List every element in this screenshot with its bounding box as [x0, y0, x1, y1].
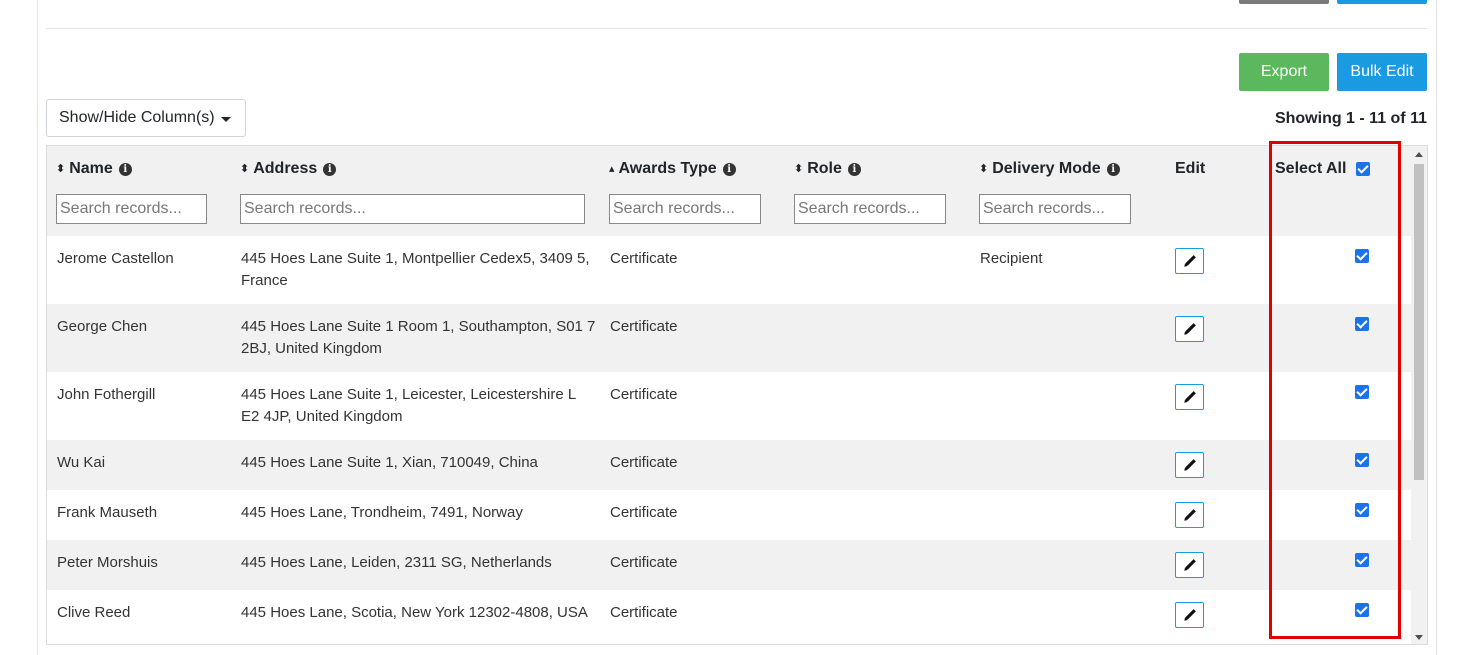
search-input-name[interactable]: [56, 194, 207, 224]
cell-award-type: Certificate: [610, 604, 678, 621]
scrollbar-thumb[interactable]: [1414, 164, 1424, 480]
cell-address: 445 Hoes Lane Suite 1 Room 1, Southampto…: [241, 318, 596, 357]
column-label-delivery-mode: Delivery Mode: [992, 160, 1101, 177]
cell-name: Peter Morshuis: [57, 554, 158, 571]
caret-down-icon: [220, 116, 231, 122]
column-header-delivery-mode[interactable]: ⬍ Delivery Mode i: [979, 160, 1120, 178]
cell-award-type: Certificate: [610, 504, 678, 521]
column-header-name[interactable]: ⬍ Name i: [56, 160, 132, 178]
cell-name: Wu Kai: [57, 454, 106, 471]
column-header-role[interactable]: ⬍ Role i: [794, 160, 861, 178]
edit-button[interactable]: [1175, 248, 1204, 274]
cell-award-type: Certificate: [610, 250, 678, 267]
table-row: Clive Reed 445 Hoes Lane, Scotia, New Yor…: [47, 590, 1412, 640]
table-row: Wu Kai 445 Hoes Lane Suite 1, Xian, 71004…: [47, 440, 1412, 490]
sort-icon: ⬍: [794, 162, 804, 175]
row-select-checkbox[interactable]: [1355, 249, 1369, 263]
scroll-down-icon[interactable]: [1415, 635, 1423, 640]
table-row: Frank Mauseth 445 Hoes Lane, Trondheim, 7…: [47, 490, 1412, 540]
top-gray-button-edge[interactable]: [1239, 0, 1329, 4]
cell-address: 445 Hoes Lane Suite 1, Xian, 710049, Chi…: [241, 454, 538, 471]
table-row: Jerome Castellon 445 Hoes Lane Suite 1, M…: [47, 236, 1412, 304]
column-label-role: Role: [807, 160, 842, 177]
column-header-edit: Edit: [1175, 160, 1205, 178]
column-header-awards-type[interactable]: ▴ Awards Type i: [609, 160, 736, 178]
info-icon[interactable]: i: [323, 162, 337, 176]
cell-award-type: Certificate: [610, 386, 678, 403]
table-header: ⬍ Name i ⬍ Address i ▴ Awards Type i ⬍ R…: [47, 146, 1412, 236]
row-select-checkbox[interactable]: [1355, 385, 1369, 399]
pencil-icon: [1183, 559, 1196, 571]
cell-name: John Fothergill: [57, 386, 156, 403]
cell-address: 445 Hoes Lane Suite 1, Montpellier Cedex…: [241, 250, 590, 289]
pencil-icon: [1183, 323, 1196, 335]
column-header-address[interactable]: ⬍ Address i: [240, 160, 337, 178]
column-visibility-label: Show/Hide Column(s): [59, 109, 215, 126]
info-icon[interactable]: i: [118, 162, 132, 176]
info-icon[interactable]: i: [847, 162, 861, 176]
pencil-icon: [1183, 255, 1196, 267]
table-row: John Fothergill 445 Hoes Lane Suite 1, Le…: [47, 372, 1412, 440]
cell-address: 445 Hoes Lane, Trondheim, 7491, Norway: [241, 504, 523, 521]
row-select-checkbox[interactable]: [1355, 603, 1369, 617]
edit-button[interactable]: [1175, 552, 1204, 578]
cell-name: George Chen: [57, 318, 148, 335]
cell-award-type: Certificate: [610, 454, 678, 471]
top-blue-button-edge[interactable]: [1337, 0, 1427, 4]
row-select-checkbox[interactable]: [1355, 503, 1369, 517]
pencil-icon: [1183, 391, 1196, 403]
column-label-edit: Edit: [1175, 160, 1206, 177]
cell-delivery-mode: Recipient: [980, 250, 1043, 267]
sort-icon: ⬍: [979, 162, 989, 175]
cell-award-type: Certificate: [610, 554, 678, 571]
cell-award-type: Certificate: [610, 318, 678, 335]
search-input-delivery-mode[interactable]: [979, 194, 1131, 224]
records-table: ⬍ Name i ⬍ Address i ▴ Awards Type i ⬍ R…: [46, 145, 1428, 645]
search-input-awards-type[interactable]: [609, 194, 761, 224]
cell-address: 445 Hoes Lane Suite 1, Leicester, Leices…: [241, 386, 576, 425]
section-divider: [46, 28, 1427, 29]
select-all-checkbox[interactable]: [1356, 162, 1371, 176]
pencil-icon: [1183, 609, 1196, 621]
select-all-label: Select All: [1275, 160, 1347, 177]
row-select-checkbox[interactable]: [1355, 453, 1369, 467]
edit-button[interactable]: [1175, 602, 1204, 628]
cell-name: Clive Reed: [57, 604, 131, 621]
search-input-role[interactable]: [794, 194, 946, 224]
pencil-icon: [1183, 509, 1196, 521]
cell-name: Frank Mauseth: [57, 504, 158, 521]
info-icon[interactable]: i: [722, 162, 736, 176]
bulk-edit-button[interactable]: Bulk Edit: [1337, 53, 1427, 91]
search-input-address[interactable]: [240, 194, 585, 224]
sort-icon: ⬍: [240, 162, 250, 175]
info-icon[interactable]: i: [1106, 162, 1120, 176]
cell-name: Jerome Castellon: [57, 250, 174, 267]
table-row: George Chen 445 Hoes Lane Suite 1 Room 1,…: [47, 304, 1412, 372]
table-row: Peter Morshuis 445 Hoes Lane, Leiden, 231…: [47, 540, 1412, 590]
column-header-select-all: Select All: [1275, 160, 1371, 178]
edit-button[interactable]: [1175, 316, 1204, 342]
sort-asc-icon: ▴: [609, 162, 615, 175]
export-button[interactable]: Export: [1239, 53, 1329, 91]
cell-address: 445 Hoes Lane, Scotia, New York 12302-48…: [241, 604, 588, 621]
row-select-checkbox[interactable]: [1355, 553, 1369, 567]
column-label-name: Name: [69, 160, 113, 177]
pencil-icon: [1183, 459, 1196, 471]
records-count: Showing 1 - 11 of 11: [1274, 110, 1427, 127]
row-select-checkbox[interactable]: [1355, 317, 1369, 331]
edit-button[interactable]: [1175, 502, 1204, 528]
column-label-awards-type: Awards Type: [618, 160, 717, 177]
column-label-address: Address: [253, 160, 318, 177]
column-visibility-dropdown[interactable]: Show/Hide Column(s): [46, 99, 246, 137]
edit-button[interactable]: [1175, 384, 1204, 410]
edit-button[interactable]: [1175, 452, 1204, 478]
cell-address: 445 Hoes Lane, Leiden, 2311 SG, Netherla…: [241, 554, 552, 571]
vertical-scrollbar[interactable]: [1411, 146, 1427, 644]
sort-icon: ⬍: [56, 162, 66, 175]
scroll-up-icon[interactable]: [1415, 152, 1423, 157]
